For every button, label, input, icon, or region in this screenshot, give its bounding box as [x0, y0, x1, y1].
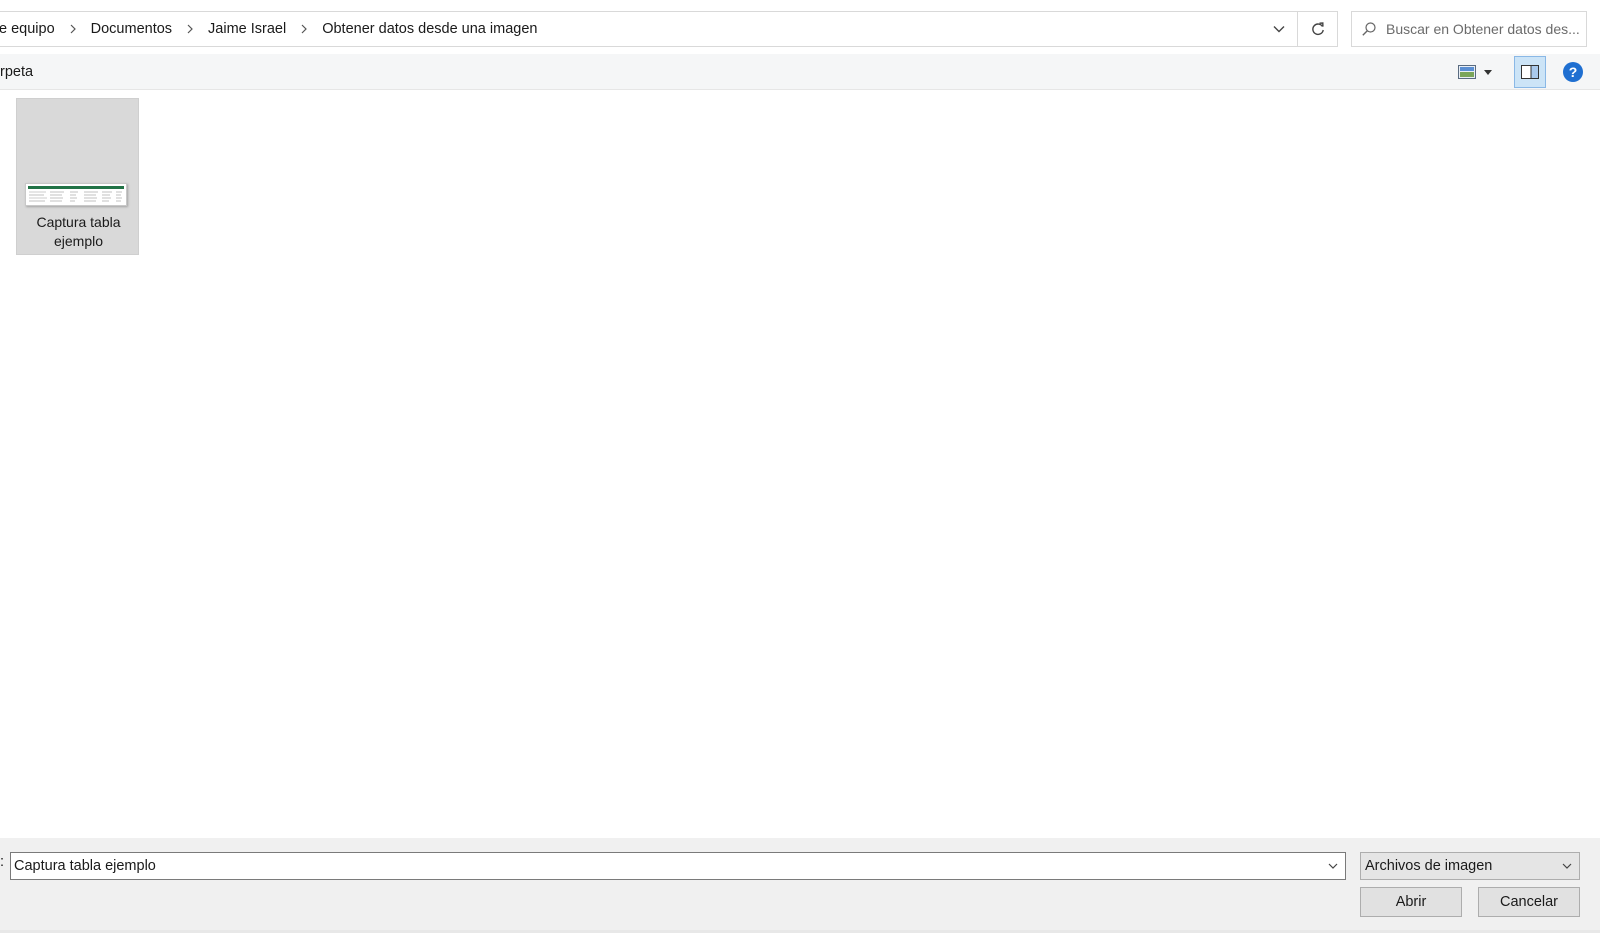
- cancel-button[interactable]: Cancelar: [1478, 887, 1580, 917]
- svg-text:?: ?: [1569, 64, 1578, 80]
- breadcrumb-item-current-folder[interactable]: Obtener datos desde una imagen: [316, 21, 543, 37]
- chevron-right-icon[interactable]: [184, 23, 196, 35]
- breadcrumb: e equipo Documentos Jaime Israel Obtener…: [0, 12, 543, 46]
- chevron-down-icon[interactable]: [1321, 853, 1345, 879]
- refresh-icon: [1312, 22, 1324, 36]
- file-list: Captura tabla ejemplo: [0, 90, 1600, 838]
- file-name-label: :: [0, 854, 5, 870]
- address-bar[interactable]: e equipo Documentos Jaime Israel Obtener…: [0, 11, 1338, 47]
- chevron-down-icon: [1555, 853, 1579, 879]
- dialog-footer: : Archivos de imagen Abrir Cancelar: [0, 838, 1600, 933]
- address-bar-row: e equipo Documentos Jaime Israel Obtener…: [0, 0, 1600, 54]
- search-icon: [1352, 12, 1386, 46]
- search-box[interactable]: [1351, 11, 1587, 47]
- file-type-select[interactable]: Archivos de imagen: [1360, 852, 1580, 880]
- breadcrumb-item-jaime-israel[interactable]: Jaime Israel: [202, 21, 292, 37]
- address-history-dropdown[interactable]: [1261, 12, 1297, 46]
- help-button[interactable]: ?: [1560, 59, 1586, 85]
- breadcrumb-item-equipo[interactable]: e equipo: [0, 21, 61, 37]
- preview-pane-button[interactable]: [1514, 56, 1546, 88]
- file-item[interactable]: Captura tabla ejemplo: [16, 98, 139, 255]
- search-input[interactable]: [1386, 21, 1582, 37]
- chevron-right-icon[interactable]: [67, 23, 79, 35]
- command-toolbar: rpeta ?: [0, 54, 1600, 90]
- file-name-combobox[interactable]: [10, 852, 1346, 880]
- image-thumbnail-icon: [25, 183, 127, 206]
- file-type-value: Archivos de imagen: [1365, 858, 1493, 874]
- open-button[interactable]: Abrir: [1360, 887, 1462, 917]
- chevron-right-icon[interactable]: [298, 23, 310, 35]
- new-folder-button[interactable]: rpeta: [0, 54, 33, 90]
- chevron-down-icon: [1273, 26, 1285, 33]
- help-icon: ?: [1563, 62, 1583, 82]
- refresh-button[interactable]: [1298, 12, 1338, 46]
- file-name-input[interactable]: [11, 858, 1321, 874]
- breadcrumb-item-documentos[interactable]: Documentos: [85, 21, 178, 37]
- file-name: Captura tabla ejemplo: [36, 214, 121, 249]
- change-view-button[interactable]: [1452, 58, 1498, 86]
- view-options-icon: [1458, 65, 1476, 79]
- dropdown-arrow-icon: [1484, 69, 1492, 75]
- preview-pane-icon: [1521, 65, 1539, 79]
